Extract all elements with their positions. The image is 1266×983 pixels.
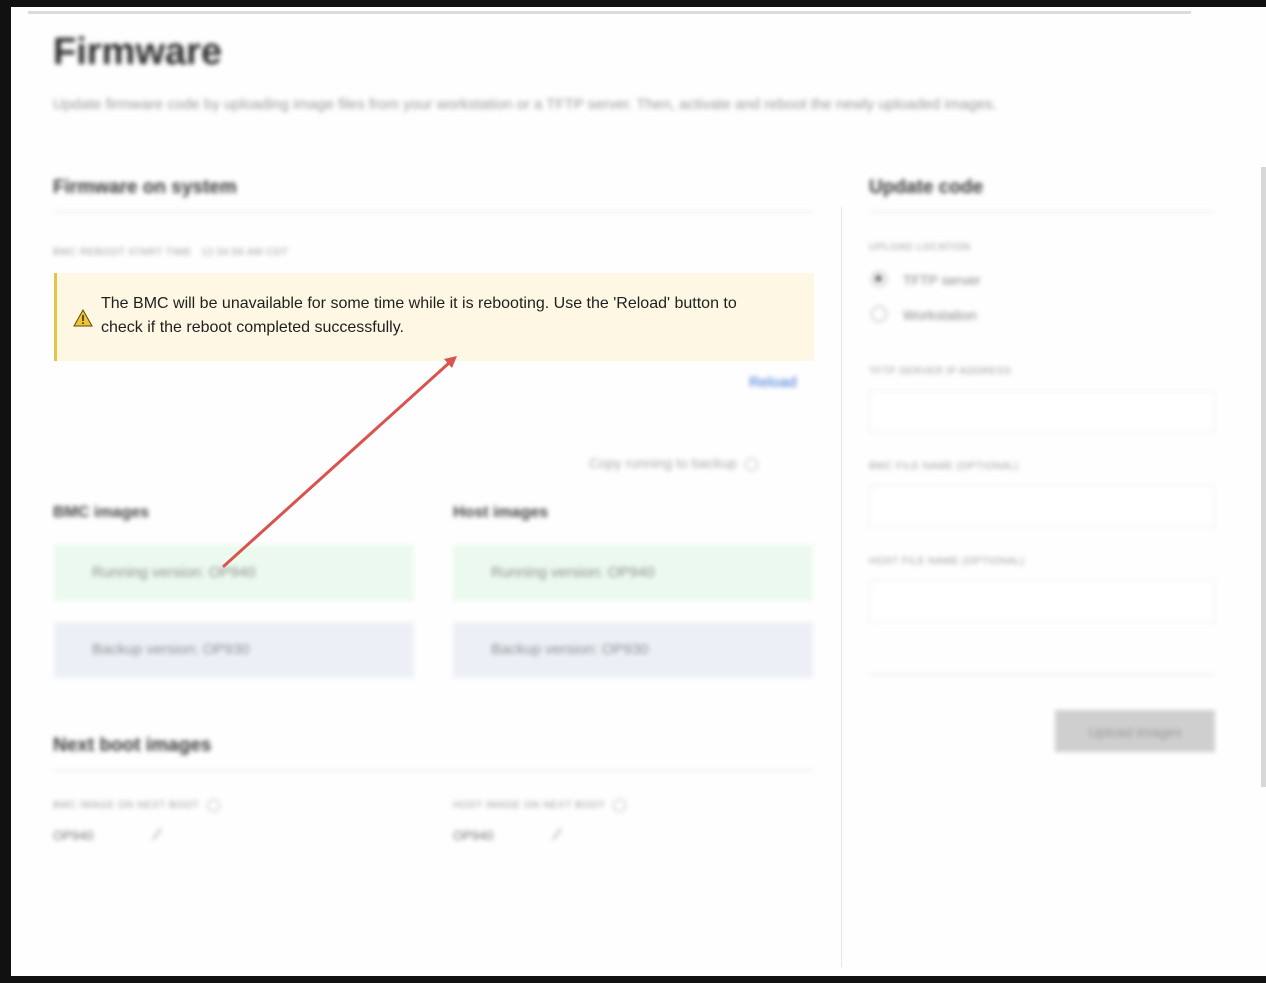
annotation-arrow <box>222 356 457 568</box>
screenshot-frame: Firmware Update firmware code by uploadi… <box>11 7 1266 976</box>
